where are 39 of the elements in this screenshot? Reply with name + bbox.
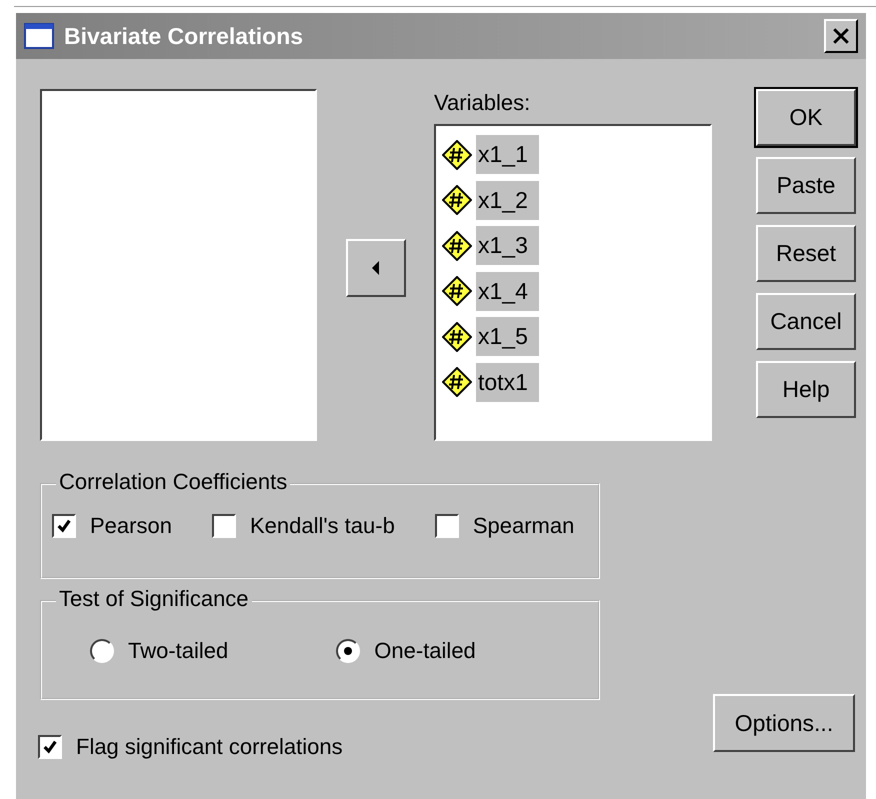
checkbox-square[interactable] [434, 514, 459, 538]
tail-radio[interactable]: Two-tailed [90, 638, 228, 664]
variable-item[interactable]: x1_2 [476, 180, 539, 220]
variable-item[interactable]: x1_3 [476, 226, 539, 266]
close-icon [832, 27, 850, 45]
variable-item[interactable]: x1_1 [476, 135, 539, 174]
variable-item[interactable]: x1_5 [476, 317, 539, 356]
coefficient-checkbox[interactable]: Pearson [52, 513, 172, 539]
checkmark-icon [42, 739, 58, 755]
coefficient-checkbox[interactable]: Kendall's tau-b [212, 513, 395, 539]
numeric-variable-icon [442, 367, 472, 398]
variable-item[interactable]: x1_4 [476, 272, 539, 311]
radio-circle[interactable] [336, 639, 360, 663]
variables-label: Variables: [434, 91, 532, 117]
left-arrow-icon [372, 261, 380, 275]
dialog-button[interactable]: Cancel [756, 293, 856, 350]
close-button[interactable] [824, 19, 858, 53]
checkbox-square[interactable] [212, 514, 236, 538]
dialog-button[interactable]: Help [756, 361, 856, 418]
dialog-button[interactable]: Paste [756, 157, 856, 214]
numeric-variable-icon [442, 140, 472, 170]
numeric-variable-icon [442, 276, 472, 306]
flag-checkbox[interactable]: Flag significant correlations [38, 734, 600, 760]
variable-item[interactable]: totx1 [476, 362, 539, 402]
move-button[interactable] [346, 239, 406, 297]
tail-radio[interactable]: One-tailed [336, 638, 476, 664]
radio-circle[interactable] [90, 639, 114, 663]
coefficient-checkbox[interactable]: Spearman [434, 513, 574, 539]
window-title: Bivariate Correlations [64, 22, 304, 50]
dialog-button[interactable]: Reset [756, 225, 856, 282]
numeric-variable-icon [442, 322, 472, 352]
numeric-variable-icon [442, 185, 472, 216]
dialog-button[interactable]: OK [756, 89, 856, 146]
checkbox-square[interactable] [52, 514, 76, 538]
numeric-variable-icon [442, 230, 472, 261]
checkbox-square[interactable] [38, 735, 62, 759]
options-button[interactable]: Options... [713, 694, 855, 752]
checkmark-icon [56, 518, 72, 534]
window-icon [24, 23, 54, 49]
